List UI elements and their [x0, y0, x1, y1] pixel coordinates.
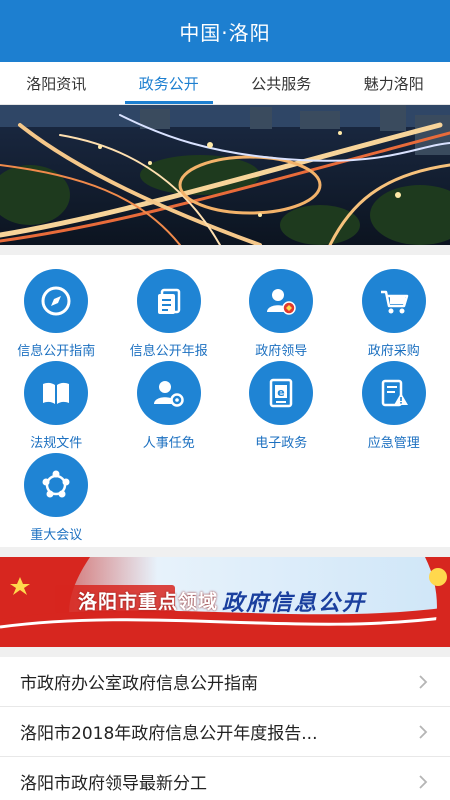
grid-item-gov-procurement[interactable]: 政府采购 [338, 269, 450, 361]
grid-item-regulations[interactable]: 法规文件 [0, 361, 113, 453]
promo-text-secondary: 政府信息公开 [222, 591, 367, 616]
overpass-night-photo [0, 105, 450, 245]
news-list: 市政府办公室政府信息公开指南 洛阳市2018年政府信息公开年度报告... 洛阳市… [0, 657, 450, 800]
page-title: 中国·洛阳 [179, 20, 271, 45]
list-item-title: 洛阳市2018年政府信息公开年度报告... [20, 724, 318, 744]
grid-label: 法规文件 [30, 436, 83, 451]
list-item[interactable]: 洛阳市2018年政府信息公开年度报告... [0, 707, 450, 757]
meeting-icon [24, 453, 89, 517]
list-item[interactable]: 市政府办公室政府信息公开指南 [0, 657, 450, 707]
grid-label: 政府采购 [367, 344, 420, 359]
promo-text-primary: 洛阳市重点领域 [78, 591, 219, 613]
list-item-title: 洛阳市政府领导最新分工 [20, 774, 207, 794]
section-divider [0, 245, 450, 255]
tab-luoyang-news[interactable]: 洛阳资讯 [0, 62, 113, 104]
chevron-right-icon [419, 774, 428, 789]
book-icon [24, 361, 89, 425]
e-gov-icon: e [249, 361, 314, 425]
grid-label: 信息公开指南 [17, 344, 96, 359]
section-divider [0, 547, 450, 557]
section-divider [0, 647, 450, 657]
grid-item-e-government[interactable]: e 电子政务 [225, 361, 338, 453]
grid-label: 政府领导 [255, 344, 308, 359]
promo-banner[interactable]: 洛阳市重点领域 政府信息公开 [0, 557, 450, 647]
cart-icon [361, 269, 426, 333]
grid-label: 重大会议 [30, 528, 83, 543]
grid-label: 人事任免 [142, 436, 195, 451]
personnel-icon [136, 361, 201, 425]
grid-label: 电子政务 [255, 436, 308, 451]
grid-item-personnel[interactable]: 人事任免 [113, 361, 226, 453]
svg-text:e: e [278, 386, 285, 399]
compass-icon [24, 269, 89, 333]
app-screen: 中国·洛阳 洛阳资讯 政务公开 公共服务 魅力洛阳 信息公开指南 信息公开年报 … [0, 0, 450, 800]
list-item[interactable]: 洛阳市政府领导最新分工 [0, 757, 450, 800]
banner-photo[interactable] [0, 105, 450, 245]
grid-item-emergency[interactable]: 应急管理 [338, 361, 450, 453]
tab-charm-luoyang[interactable]: 魅力洛阳 [338, 62, 450, 104]
grid-label: 信息公开年报 [129, 344, 208, 359]
report-icon [136, 269, 201, 333]
chevron-right-icon [419, 724, 428, 739]
list-item-title: 市政府办公室政府信息公开指南 [20, 674, 258, 694]
emergency-icon [361, 361, 426, 425]
tab-government-affairs[interactable]: 政务公开 [113, 62, 226, 104]
function-grid: 信息公开指南 信息公开年报 政府领导 政府采购 法规文件 人事任免 e 电子政务… [0, 255, 450, 547]
grid-item-major-meetings[interactable]: 重大会议 [0, 453, 113, 545]
grid-item-gov-leaders[interactable]: 政府领导 [225, 269, 338, 361]
leader-icon [249, 269, 314, 333]
tab-bar: 洛阳资讯 政务公开 公共服务 魅力洛阳 [0, 62, 450, 105]
chevron-right-icon [419, 674, 428, 689]
grid-item-info-guide[interactable]: 信息公开指南 [0, 269, 113, 361]
tab-public-service[interactable]: 公共服务 [225, 62, 338, 104]
app-header: 中国·洛阳 [0, 0, 450, 62]
grid-item-annual-report[interactable]: 信息公开年报 [113, 269, 226, 361]
grid-label: 应急管理 [367, 436, 420, 451]
